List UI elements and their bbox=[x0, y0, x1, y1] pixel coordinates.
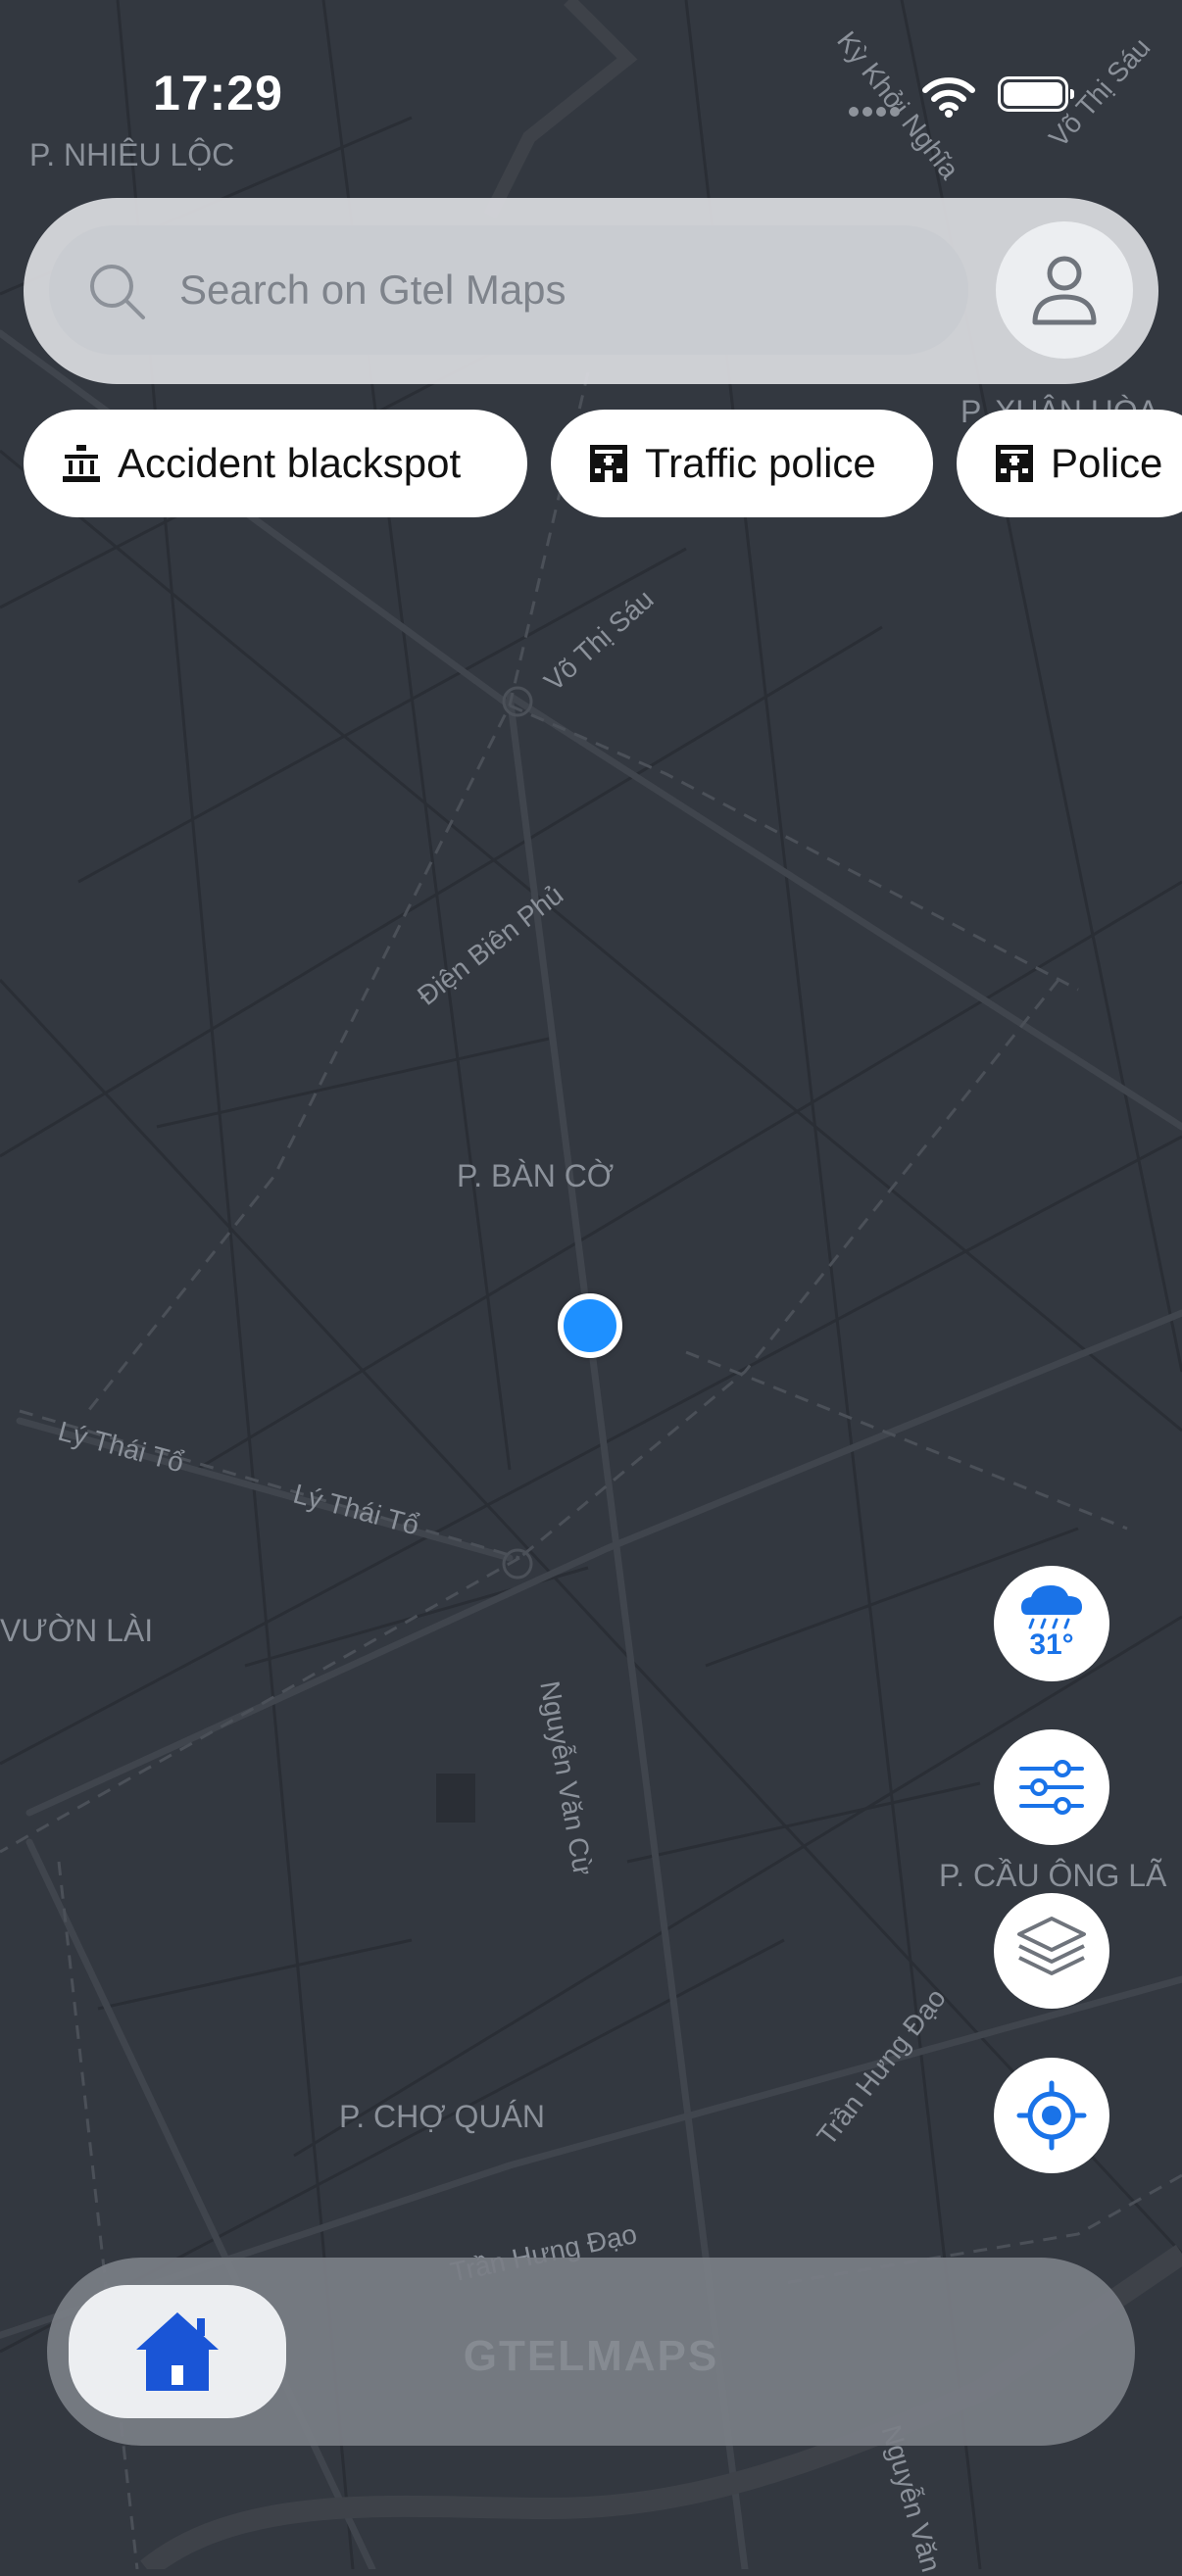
accident-blackspot-icon bbox=[63, 445, 100, 482]
rain-cloud-icon bbox=[1021, 1585, 1082, 1629]
my-location-button[interactable] bbox=[994, 2058, 1109, 2173]
filter-button[interactable] bbox=[994, 1729, 1109, 1845]
chip-police[interactable]: Police bbox=[957, 410, 1182, 517]
home-icon bbox=[136, 2312, 219, 2391]
area-label: P. CẦU ÔNG LÃ bbox=[939, 1858, 1167, 1893]
battery-icon bbox=[998, 76, 1074, 112]
user-location-marker bbox=[558, 1293, 622, 1358]
profile-button[interactable] bbox=[996, 221, 1133, 359]
search-icon bbox=[90, 265, 145, 319]
weather-button[interactable]: 31° bbox=[994, 1566, 1109, 1681]
status-time: 17:29 bbox=[153, 66, 283, 121]
traffic-police-icon bbox=[590, 445, 627, 482]
map-canvas[interactable] bbox=[0, 0, 1182, 2569]
layers-icon bbox=[1017, 1917, 1086, 1975]
layers-button[interactable] bbox=[994, 1893, 1109, 2009]
search-placeholder: Search on Gtel Maps bbox=[179, 267, 566, 313]
home-button[interactable] bbox=[69, 2285, 286, 2418]
cellular-signal-icon bbox=[849, 104, 904, 117]
filter-icon bbox=[1019, 1760, 1084, 1815]
chip-label: Traffic police bbox=[645, 440, 876, 486]
chip-traffic-police[interactable]: Traffic police bbox=[551, 410, 933, 517]
user-icon bbox=[1032, 256, 1097, 325]
area-label: P. CHỢ QUÁN bbox=[339, 2099, 545, 2134]
wifi-icon bbox=[922, 77, 975, 118]
area-label: P. BÀN CỜ bbox=[457, 1158, 615, 1193]
chip-label: Police bbox=[1051, 440, 1163, 486]
chip-label: Accident blackspot bbox=[118, 440, 462, 486]
area-label: VƯỜN LÀI bbox=[0, 1613, 154, 1648]
police-station-icon bbox=[996, 445, 1033, 482]
my-location-icon bbox=[1016, 2080, 1087, 2151]
area-label: P. NHIÊU LỘC bbox=[29, 137, 235, 172]
weather-temperature: 31° bbox=[1029, 1628, 1074, 1661]
chip-accident-blackspot[interactable]: Accident blackspot bbox=[24, 410, 527, 517]
